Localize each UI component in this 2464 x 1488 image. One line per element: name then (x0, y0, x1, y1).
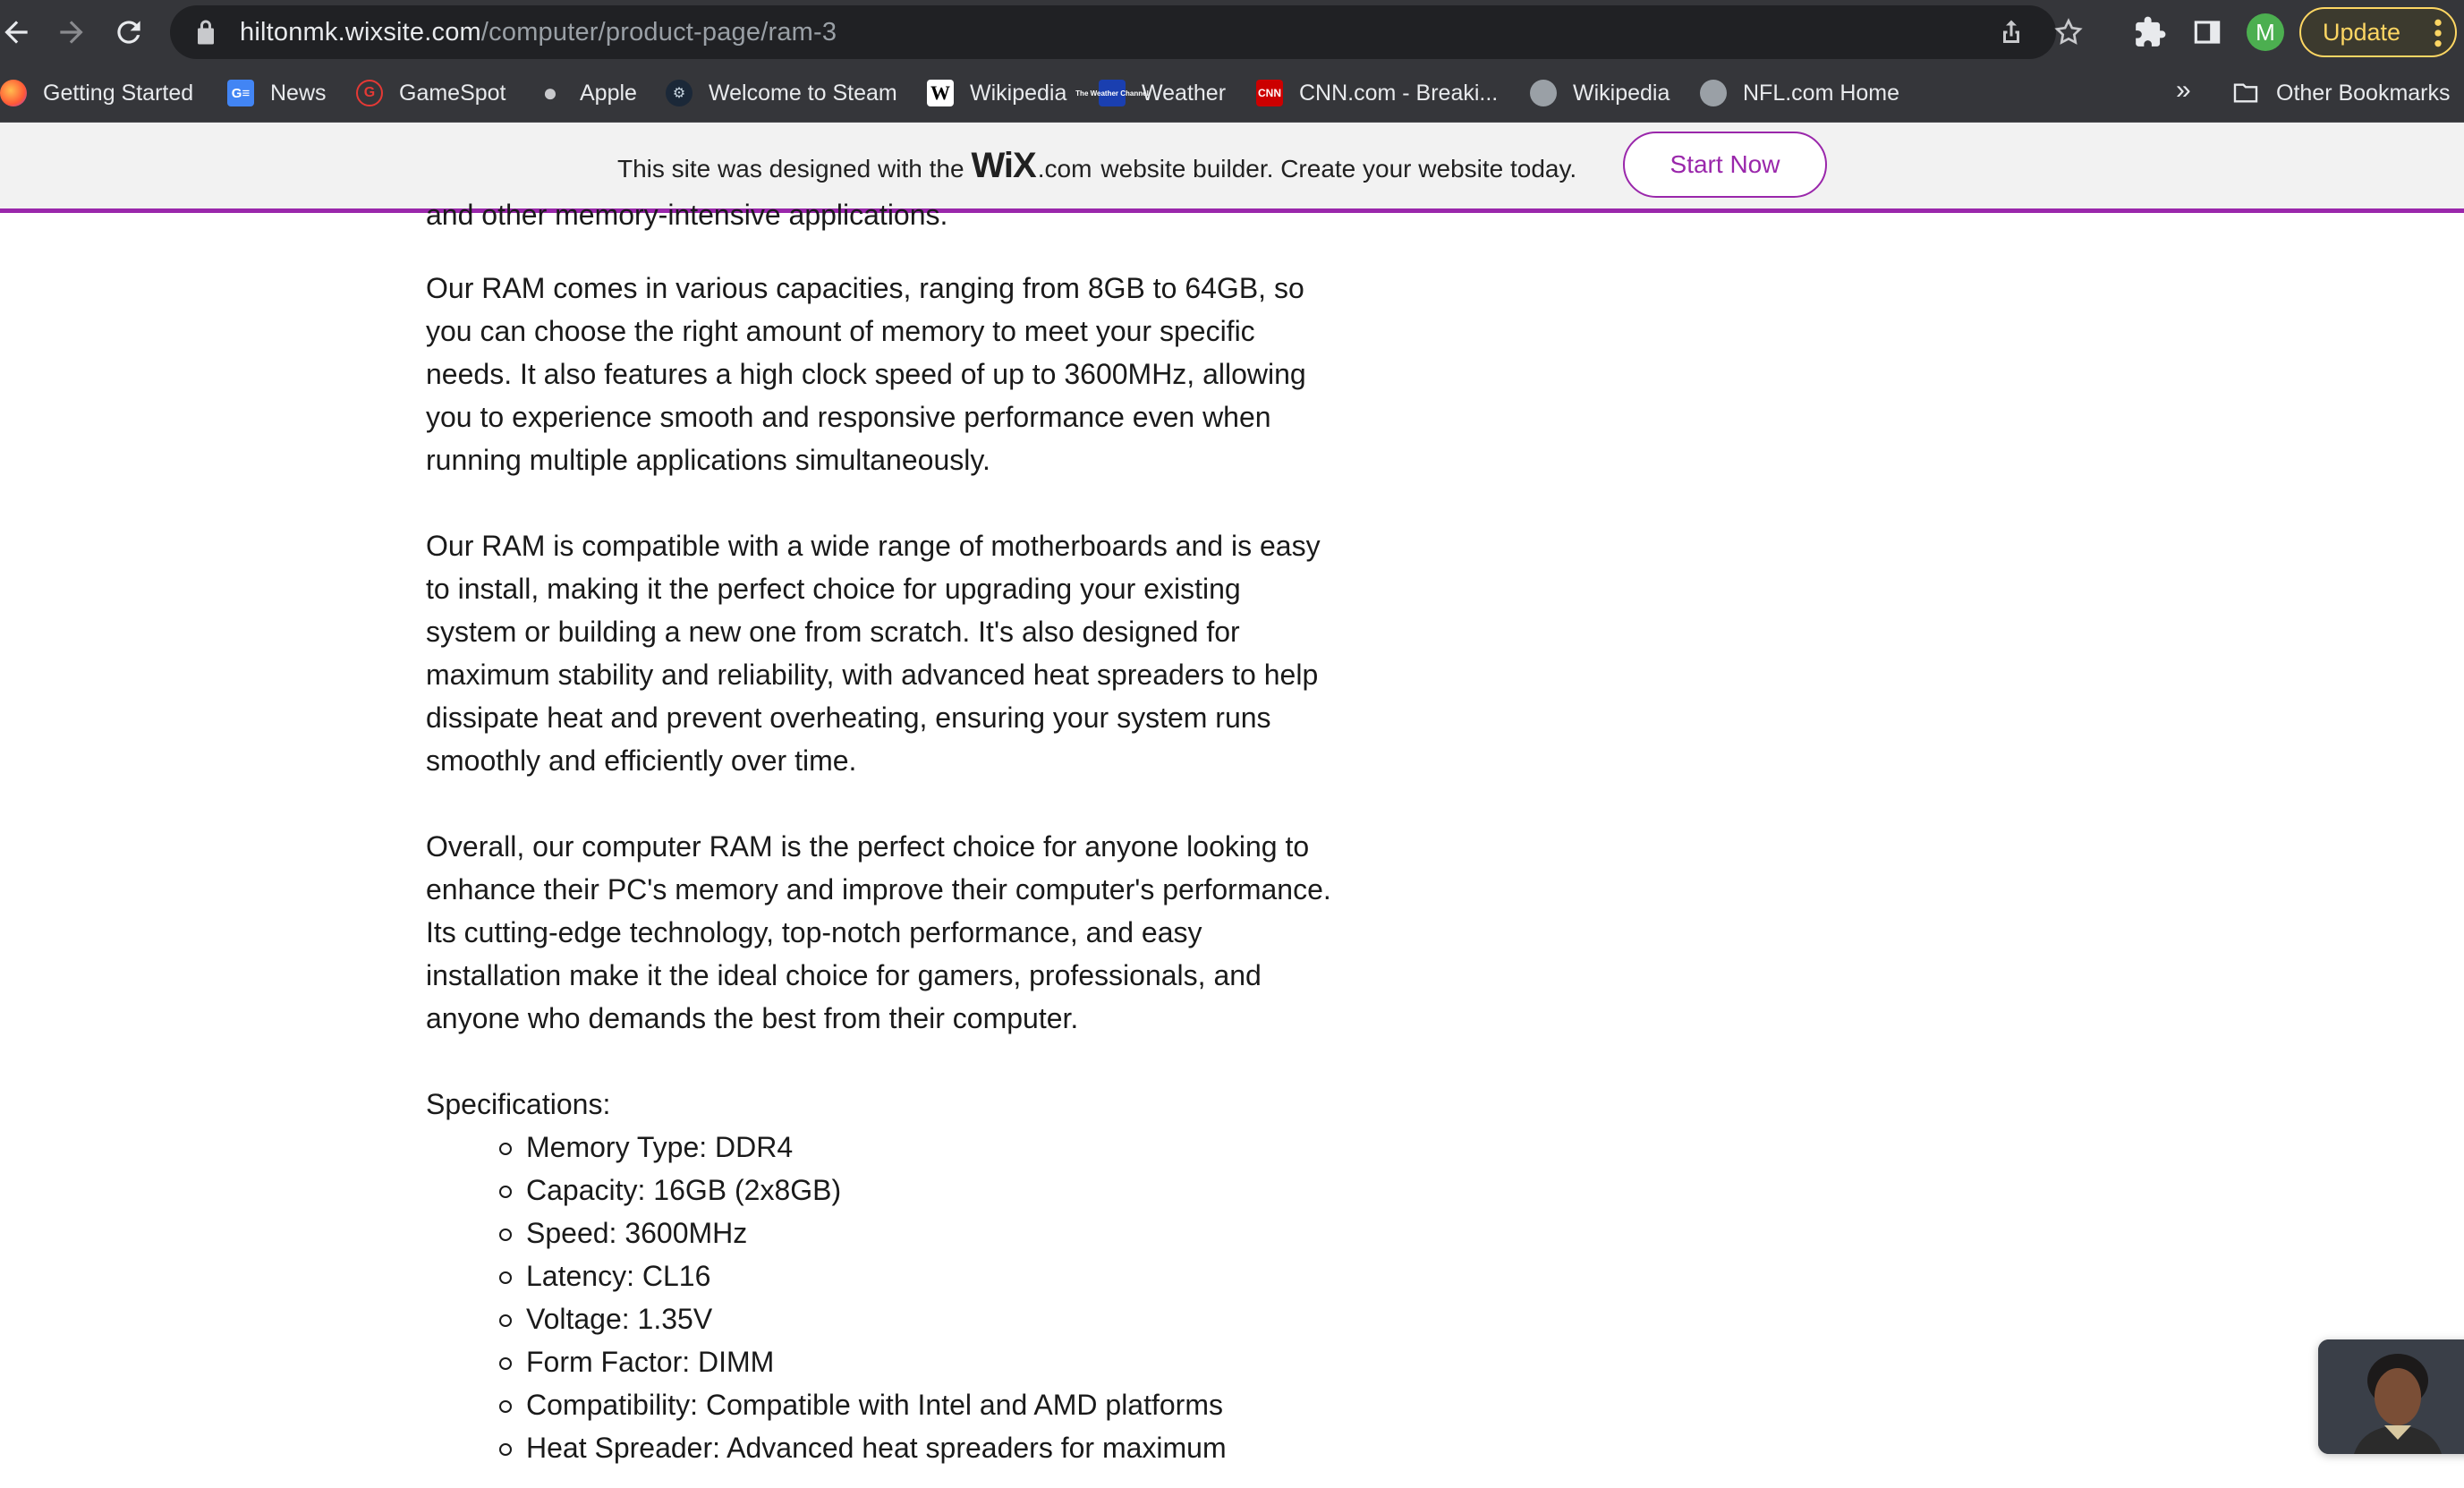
description-paragraph-1: Our RAM comes in various capacities, ran… (426, 272, 1306, 476)
extensions-icon[interactable] (2133, 15, 2167, 49)
bookmarks-bar: Getting Started G≡ News G GameSpot ● App… (0, 64, 2464, 123)
bookmark-wikipedia-2[interactable]: Wikipedia (1530, 77, 1670, 109)
spec-item: Capacity: 16GB (2x8GB) (499, 1169, 1338, 1212)
other-bookmarks[interactable]: Other Bookmarks (2231, 77, 2451, 109)
partial-text-line: and other memory-intensive applications. (426, 199, 948, 231)
spec-item: Compatibility: Compatible with Intel and… (499, 1383, 1338, 1426)
globe-icon (1700, 80, 1727, 106)
bookmark-label: Welcome to Steam (709, 80, 897, 106)
spec-item: Latency: CL16 (499, 1254, 1338, 1297)
steam-icon: ⚙ (666, 80, 692, 106)
wix-promo-banner: This site was designed with the WiX .com… (0, 123, 2464, 213)
bookmark-nfl[interactable]: NFL.com Home (1700, 77, 1899, 109)
bookmark-label: NFL.com Home (1743, 80, 1900, 106)
spec-item: Form Factor: DIMM (499, 1340, 1338, 1383)
url-host: hiltonmk.wixsite.com (240, 17, 481, 47)
bookmark-label: Weather (1142, 80, 1227, 106)
agent-avatar-icon (2318, 1339, 2464, 1454)
address-bar[interactable]: hiltonmk.wixsite.com/computer/product-pa… (170, 5, 2083, 59)
bookmark-label: News (270, 80, 327, 106)
chat-widget-button[interactable] (2318, 1339, 2464, 1454)
wix-banner-text-before: This site was designed with the (617, 155, 964, 183)
bookmark-steam[interactable]: ⚙ Welcome to Steam (666, 77, 897, 109)
bookmark-label: GameSpot (399, 80, 506, 106)
spec-item: Speed: 3600MHz (499, 1212, 1338, 1254)
reload-button[interactable] (100, 4, 157, 61)
product-description: and other memory-intensive applications.… (426, 199, 1338, 1469)
wix-banner-text: This site was designed with the WiX .com… (617, 146, 1576, 186)
cnn-icon: CNN (1256, 80, 1283, 106)
arrow-right-icon (60, 21, 83, 44)
reload-icon (117, 21, 140, 44)
weather-channel-icon: The Weather Channel (1075, 80, 1149, 106)
spec-item: Memory Type: DDR4 (499, 1126, 1338, 1169)
specs-list: Memory Type: DDR4 Capacity: 16GB (2x8GB)… (499, 1126, 1338, 1469)
bookmark-news[interactable]: G≡ News (227, 77, 327, 109)
bookmark-apple[interactable]: ● Apple (537, 77, 637, 109)
lock-icon (198, 20, 214, 45)
bookmark-gamespot[interactable]: G GameSpot (356, 77, 506, 109)
gamespot-icon: G (356, 80, 383, 106)
wix-logo: WiX (971, 146, 1037, 185)
bookmark-weather[interactable]: The Weather Channel Weather (1075, 77, 1227, 109)
wix-banner-text-after: website builder. Create your website tod… (1100, 155, 1577, 183)
bookmark-label: Apple (580, 80, 637, 106)
bookmark-label: Wikipedia (1573, 80, 1670, 106)
google-news-icon: G≡ (227, 80, 254, 106)
arrow-left-icon (4, 21, 28, 44)
description-paragraph-3: Overall, our computer RAM is the perfect… (426, 830, 1331, 1034)
start-now-button[interactable]: Start Now (1623, 132, 1827, 198)
update-label: Update (2323, 18, 2401, 46)
url-text: hiltonmk.wixsite.com/computer/product-pa… (240, 18, 837, 47)
description-paragraph-2: Our RAM is compatible with a wide range … (426, 530, 1321, 777)
bookmark-wikipedia[interactable]: W Wikipedia (927, 77, 1066, 109)
wix-logo-suffix: .com (1037, 155, 1092, 183)
update-button[interactable]: Update (2299, 7, 2457, 57)
specs-heading: Specifications: (426, 1088, 611, 1120)
apple-icon: ● (542, 79, 558, 106)
share-icon[interactable] (1995, 16, 2027, 48)
other-bookmarks-label: Other Bookmarks (2276, 80, 2451, 106)
globe-icon (1530, 80, 1557, 106)
url-path: /computer/product-page/ram-3 (480, 17, 837, 47)
bookmark-label: CNN.com - Breaki... (1299, 80, 1499, 106)
spec-item: Voltage: 1.35V (499, 1297, 1338, 1340)
star-icon[interactable] (2052, 16, 2085, 48)
bookmark-getting-started[interactable]: Getting Started (0, 77, 193, 109)
spec-item: Heat Spreader: Advanced heat spreaders f… (499, 1426, 1338, 1469)
bookmarks-overflow-button[interactable]: » (2176, 75, 2191, 106)
bookmark-label: Wikipedia (970, 80, 1067, 106)
folder-icon (2233, 83, 2258, 103)
browser-toolbar: hiltonmk.wixsite.com/computer/product-pa… (0, 0, 2464, 64)
bookmark-label: Getting Started (43, 80, 194, 106)
back-button[interactable] (0, 4, 45, 61)
firefox-icon (0, 80, 27, 106)
profile-avatar[interactable]: M (2247, 13, 2284, 51)
bookmark-cnn[interactable]: CNN CNN.com - Breaki... (1256, 77, 1498, 109)
more-vert-icon (2434, 19, 2442, 47)
forward-button[interactable] (43, 4, 100, 61)
wikipedia-icon: W (927, 80, 954, 106)
side-panel-icon[interactable] (2190, 15, 2224, 49)
